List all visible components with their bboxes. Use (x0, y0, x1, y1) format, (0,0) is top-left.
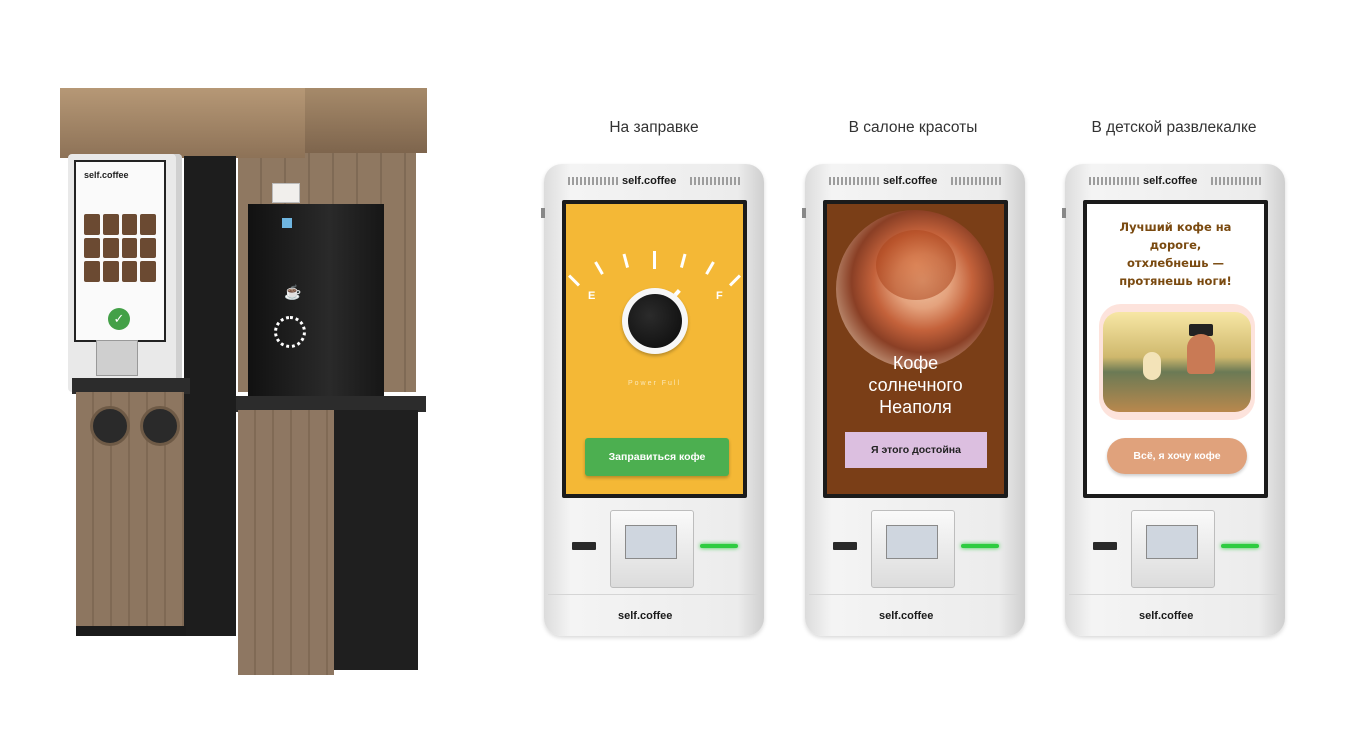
promo-title-line: Неаполя (879, 397, 952, 417)
promo-title: Лучший кофе на дороге, отхлебнешь — прот… (1087, 218, 1264, 290)
payment-terminal[interactable] (610, 510, 694, 588)
card-slot[interactable] (833, 542, 857, 550)
kiosk-gas-station: self.coffee E F Power Full Заправиться к… (541, 164, 764, 636)
card-slot[interactable] (1093, 542, 1117, 550)
self-coffee-logo: self.coffee (84, 170, 129, 180)
payment-section (544, 504, 764, 588)
kiosk-kids-center: self.coffee Лучший кофе на дороге, отхле… (1062, 164, 1285, 636)
coffee-cup-icon: ☕ (284, 284, 302, 300)
gauge-full-label: F (716, 290, 723, 302)
status-led (961, 544, 999, 548)
drink-tile[interactable] (121, 237, 138, 259)
i-want-coffee-button[interactable]: Всё, я хочу кофе (1107, 438, 1247, 474)
cartoon-man-figure (1187, 334, 1215, 374)
coffee-machine: ☕ (248, 204, 384, 400)
waste-bin-hole (140, 406, 180, 446)
kiosk-side-clip (1062, 208, 1066, 218)
status-led (700, 544, 738, 548)
self-coffee-logo-bottom: self.coffee (879, 610, 934, 622)
payment-terminal (96, 340, 138, 376)
kiosk-side-clip (541, 208, 545, 218)
drink-tile[interactable] (102, 214, 119, 235)
caption-beauty-salon: В салоне красоты (848, 119, 978, 136)
center-pillar (184, 156, 236, 636)
promo-title-line: дороге, (1149, 238, 1202, 252)
self-coffee-logo-bottom: self.coffee (618, 610, 673, 622)
i-deserve-it-button[interactable]: Я этого достойна (845, 432, 987, 468)
speaker-grille (829, 177, 879, 185)
gauge-empty-label: E (588, 290, 596, 302)
checkmark-icon[interactable]: ✓ (108, 308, 130, 330)
promo-title-line: Кофе (892, 353, 939, 373)
promo-title: Кофе солнечного Неаполя (827, 352, 1004, 418)
drink-tile[interactable] (140, 214, 156, 235)
drink-tile[interactable] (102, 237, 119, 259)
fuel-gauge: E F (566, 204, 743, 374)
payment-terminal[interactable] (1131, 510, 1215, 588)
drink-tile[interactable] (102, 261, 119, 282)
touch-screen[interactable]: self.coffee ✓ (74, 160, 166, 342)
kiosk-screen: Лучший кофе на дороге, отхлебнешь — прот… (1087, 204, 1264, 494)
terminal-screen (1146, 525, 1198, 559)
wood-roof-front (60, 88, 305, 158)
promo-title-line: Лучший кофе на (1119, 220, 1232, 234)
payment-section (1065, 504, 1285, 588)
cartoon-illustration (1099, 304, 1255, 420)
self-coffee-logo: self.coffee (883, 175, 938, 187)
terminal-screen (625, 525, 677, 559)
kiosk-3d-render: ☕ self.coffee ✓ (0, 0, 440, 742)
speaker-grille (568, 177, 618, 185)
cabinet-side-panel (334, 410, 418, 670)
napkin-holder (272, 183, 300, 203)
kiosk-screen: E F Power Full Заправиться кофе (566, 204, 743, 494)
loading-spinner-icon (274, 316, 306, 348)
caption-kids-center: В детской развлекалке (1091, 119, 1257, 136)
kiosk-side-clip (802, 208, 806, 218)
cartoon-child-figure (1143, 352, 1161, 380)
drink-tile[interactable] (84, 214, 100, 235)
drink-tile[interactable] (84, 261, 100, 282)
machine-display (282, 218, 292, 228)
waste-bin-hole (90, 406, 130, 446)
drink-tile[interactable] (84, 237, 100, 259)
payment-section (805, 504, 1025, 588)
status-led (1221, 544, 1259, 548)
promo-title-line: солнечного (868, 375, 963, 395)
kiosk-beauty-salon: self.coffee Кофе солнечного Неаполя Я эт… (802, 164, 1025, 636)
tagline: Power Full (627, 380, 682, 387)
terminal-screen (886, 525, 938, 559)
drink-tile[interactable] (140, 261, 156, 282)
speaker-grille (1089, 177, 1139, 185)
promo-title-line: отхлебнешь — (1127, 256, 1224, 270)
self-coffee-logo-bottom: self.coffee (1139, 610, 1194, 622)
wood-roof-side (305, 88, 427, 153)
speaker-grille (1211, 177, 1261, 185)
cabinet-base (76, 626, 186, 636)
drink-tile[interactable] (121, 261, 138, 282)
promo-title-line: протянешь ноги! (1119, 274, 1232, 288)
kiosk-screen: Кофе солнечного Неаполя Я этого достойна (827, 204, 1004, 494)
cabinet-right (238, 410, 334, 675)
card-slot[interactable] (572, 542, 596, 550)
self-coffee-logo: self.coffee (1143, 175, 1198, 187)
coffee-cup-icon (622, 288, 688, 354)
self-coffee-logo: self.coffee (622, 175, 677, 187)
speaker-grille (690, 177, 740, 185)
drink-menu-grid (84, 214, 156, 282)
drink-tile[interactable] (121, 214, 138, 235)
payment-terminal[interactable] (871, 510, 955, 588)
caption-gas-station: На заправке (609, 119, 699, 136)
drink-tile[interactable] (140, 237, 156, 259)
woman-drinking-coffee-photo (836, 210, 994, 368)
cabinet-left (76, 392, 184, 626)
speaker-grille (951, 177, 1001, 185)
refuel-coffee-button[interactable]: Заправиться кофе (585, 438, 729, 476)
